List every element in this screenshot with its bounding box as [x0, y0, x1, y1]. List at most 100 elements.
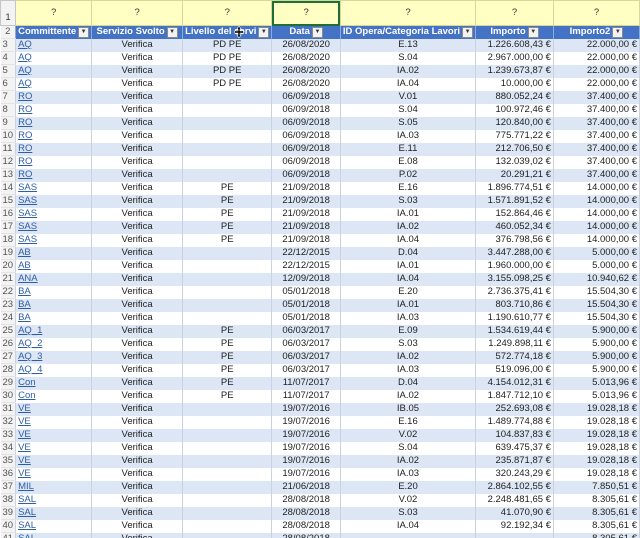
row-number[interactable]: 9 [0, 116, 17, 130]
filter-cell[interactable]: ? [271, 0, 341, 26]
table-cell[interactable]: 05/01/2018 [271, 285, 341, 299]
table-cell[interactable]: 2.967.000,00 € [475, 51, 554, 65]
table-cell[interactable]: Verifica [91, 532, 184, 538]
committente-link[interactable]: SAL [18, 520, 36, 531]
table-cell[interactable]: 37.400,00 € [553, 168, 640, 182]
table-cell[interactable]: PE [182, 389, 273, 403]
table-cell[interactable]: 37.400,00 € [553, 155, 640, 169]
table-cell[interactable] [182, 519, 273, 533]
table-cell[interactable]: PE [182, 324, 273, 338]
committente-link[interactable]: RO [18, 104, 32, 115]
table-cell[interactable]: 06/09/2018 [271, 155, 341, 169]
table-cell[interactable]: 37.400,00 € [553, 142, 640, 156]
table-cell[interactable]: 10.940,62 € [553, 272, 640, 286]
table-cell[interactable]: 519.096,00 € [475, 363, 554, 377]
row-number[interactable]: 37 [0, 480, 17, 494]
dropdown-arrow-icon[interactable]: ▼ [462, 26, 474, 38]
table-cell[interactable]: MIL [15, 480, 93, 494]
table-cell[interactable]: Verifica [91, 77, 184, 91]
committente-link[interactable]: RO [18, 117, 32, 128]
table-cell[interactable]: V.02 [340, 428, 477, 442]
row-number[interactable]: 13 [0, 168, 17, 182]
row-number[interactable]: 2 [0, 25, 17, 39]
row-number[interactable]: 40 [0, 519, 17, 533]
table-cell[interactable]: 19.028,18 € [553, 415, 640, 429]
table-cell[interactable]: Verifica [91, 363, 184, 377]
table-cell[interactable]: 19/07/2016 [271, 428, 341, 442]
dropdown-arrow-icon[interactable]: ▼ [311, 26, 323, 38]
table-cell[interactable]: E.11 [340, 142, 477, 156]
table-cell[interactable]: 19/07/2016 [271, 454, 341, 468]
table-cell[interactable]: 572.774,18 € [475, 350, 554, 364]
committente-link[interactable]: ANA [18, 273, 38, 284]
column-header[interactable]: Data ▼ [271, 25, 341, 39]
table-cell[interactable]: IA.01 [340, 298, 477, 312]
row-number[interactable]: 5 [0, 64, 17, 78]
table-cell[interactable]: 05/01/2018 [271, 311, 341, 325]
row-number[interactable]: 7 [0, 90, 17, 104]
table-cell[interactable]: PE [182, 220, 273, 234]
table-cell[interactable]: 06/09/2018 [271, 129, 341, 143]
table-cell[interactable]: 5.013,96 € [553, 389, 640, 403]
table-cell[interactable]: 1.960.000,00 € [475, 259, 554, 273]
table-cell[interactable] [182, 90, 273, 104]
table-cell[interactable]: E.09 [340, 324, 477, 338]
row-number[interactable]: 22 [0, 285, 17, 299]
table-cell[interactable]: Verifica [91, 298, 184, 312]
table-cell[interactable]: AQ_2 [15, 337, 93, 351]
committente-link[interactable]: BA [18, 286, 31, 297]
table-cell[interactable]: Verifica [91, 415, 184, 429]
row-number[interactable]: 34 [0, 441, 17, 455]
committente-link[interactable]: MIL [18, 481, 34, 492]
committente-link[interactable]: SAL [18, 507, 36, 518]
table-cell[interactable]: 104.837,83 € [475, 428, 554, 442]
row-number[interactable]: 3 [0, 38, 17, 52]
table-cell[interactable]: 26/08/2020 [271, 64, 341, 78]
filter-cell[interactable]: ? [15, 0, 93, 26]
table-cell[interactable]: 5.900,00 € [553, 363, 640, 377]
table-cell[interactable]: 15.504,30 € [553, 285, 640, 299]
table-cell[interactable]: SAS [15, 207, 93, 221]
table-cell[interactable]: 15.504,30 € [553, 311, 640, 325]
table-cell[interactable]: 5.900,00 € [553, 337, 640, 351]
table-cell[interactable]: 5.000,00 € [553, 259, 640, 273]
table-cell[interactable]: Verifica [91, 246, 184, 260]
table-cell[interactable]: PE [182, 337, 273, 351]
table-cell[interactable]: 22.000,00 € [553, 38, 640, 52]
table-cell[interactable]: V.02 [340, 493, 477, 507]
table-cell[interactable]: 06/03/2017 [271, 337, 341, 351]
row-number[interactable]: 21 [0, 272, 17, 286]
table-cell[interactable]: 5.013,96 € [553, 376, 640, 390]
table-cell[interactable] [182, 454, 273, 468]
row-number[interactable]: 19 [0, 246, 17, 260]
table-cell[interactable]: IA.01 [340, 259, 477, 273]
table-cell[interactable]: Verifica [91, 181, 184, 195]
table-cell[interactable]: 14.000,00 € [553, 194, 640, 208]
table-cell[interactable]: E.13 [340, 38, 477, 52]
filter-cell[interactable]: ? [182, 0, 273, 26]
table-cell[interactable]: RO [15, 142, 93, 156]
table-cell[interactable]: V.01 [340, 90, 477, 104]
table-cell[interactable]: Verifica [91, 350, 184, 364]
table-cell[interactable]: E.16 [340, 415, 477, 429]
table-cell[interactable]: 12/09/2018 [271, 272, 341, 286]
table-cell[interactable]: 14.000,00 € [553, 207, 640, 221]
row-number[interactable]: 41 [0, 532, 17, 538]
table-cell[interactable]: ANA [15, 272, 93, 286]
table-cell[interactable] [182, 480, 273, 494]
table-cell[interactable]: PD PE [182, 38, 273, 52]
table-cell[interactable]: 20.291,21 € [475, 168, 554, 182]
committente-link[interactable]: SAL [18, 494, 36, 505]
table-cell[interactable]: PE [182, 233, 273, 247]
table-cell[interactable]: 14.000,00 € [553, 233, 640, 247]
table-cell[interactable]: S.04 [340, 441, 477, 455]
table-cell[interactable]: 19.028,18 € [553, 467, 640, 481]
table-cell[interactable]: Verifica [91, 90, 184, 104]
table-cell[interactable]: IA.02 [340, 220, 477, 234]
table-cell[interactable]: 2.736.375,41 € [475, 285, 554, 299]
row-number[interactable]: 38 [0, 493, 17, 507]
filter-cell[interactable]: ? [552, 0, 640, 26]
table-cell[interactable]: Verifica [91, 376, 184, 390]
row-number[interactable]: 10 [0, 129, 17, 143]
table-cell[interactable]: 132.039,02 € [475, 155, 554, 169]
